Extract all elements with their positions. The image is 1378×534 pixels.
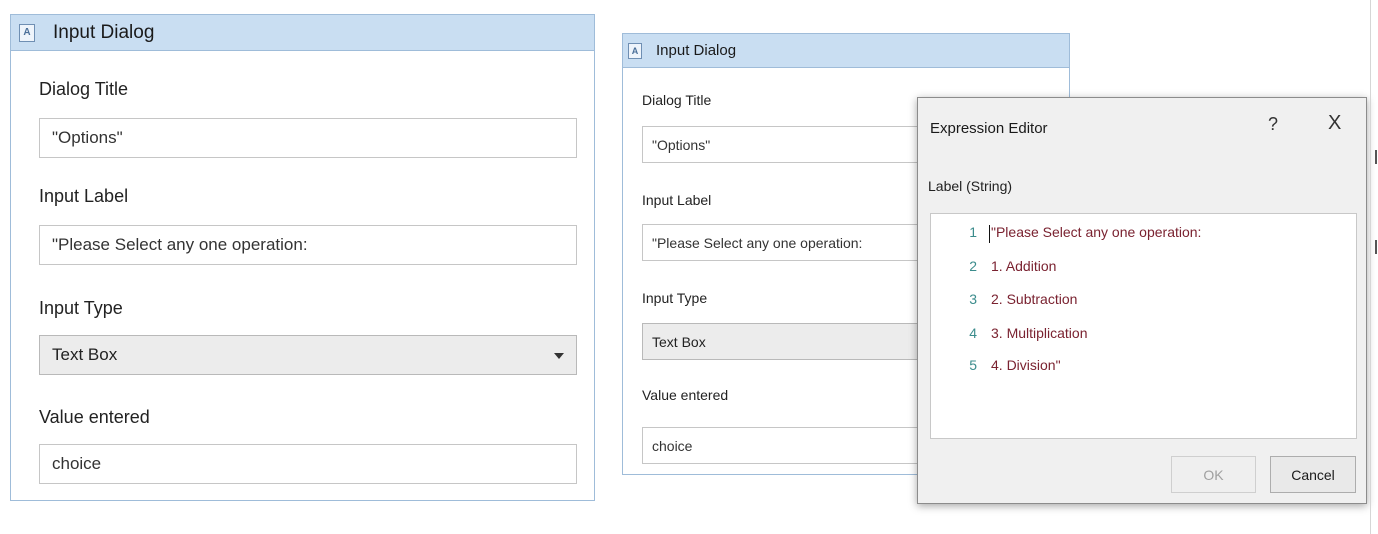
close-icon[interactable]: X <box>1328 112 1341 135</box>
window-edge-divider <box>1370 0 1371 534</box>
edge-marker <box>1375 150 1377 164</box>
input-dialog-activity-left[interactable]: A Input Dialog Dialog Title "Options" In… <box>10 14 595 501</box>
edge-marker <box>1375 240 1377 254</box>
help-icon[interactable]: ? <box>1268 114 1278 135</box>
line-number: 4 <box>969 325 977 341</box>
text-activity-icon: A <box>19 23 35 42</box>
cancel-button[interactable]: Cancel <box>1270 456 1356 493</box>
input-label-input[interactable]: "Please Select any one operation: <box>39 225 577 265</box>
ok-button[interactable]: OK <box>1171 456 1256 493</box>
input-label-label: Input Label <box>39 186 129 206</box>
chevron-down-icon <box>554 353 564 359</box>
activity-header[interactable]: A Input Dialog <box>11 15 594 51</box>
text-caret <box>989 225 990 243</box>
dialog-title-input[interactable]: "Options" <box>39 118 577 158</box>
line-text: 1. Addition <box>991 258 1057 274</box>
dialog-title-label: Dialog Title <box>642 92 712 108</box>
line-text: "Please Select any one operation: <box>991 224 1202 240</box>
line-text: 4. Division" <box>991 357 1061 373</box>
value-entered-input[interactable]: choice <box>39 444 577 484</box>
value-entered-label: Value entered <box>642 387 729 403</box>
line-number: 3 <box>969 291 977 307</box>
expression-text-editor[interactable]: 1 "Please Select any one operation: 2 1.… <box>930 213 1357 439</box>
line-number: 2 <box>969 258 977 274</box>
dialog-title: Expression Editor <box>930 120 1048 137</box>
activity-title: Input Dialog <box>53 21 155 43</box>
line-text: 2. Subtraction <box>991 291 1078 307</box>
activity-header[interactable]: A Input Dialog <box>623 34 1069 68</box>
expression-editor-dialog[interactable]: Expression Editor ? X Label (String) 1 "… <box>917 97 1367 504</box>
line-text: 3. Multiplication <box>991 325 1088 341</box>
input-type-label: Input Type <box>642 290 708 306</box>
activity-title: Input Dialog <box>656 42 737 59</box>
text-activity-icon: A <box>628 42 642 59</box>
input-type-value: Text Box <box>652 333 706 350</box>
line-number: 5 <box>969 357 977 373</box>
value-entered-label: Value entered <box>39 407 150 427</box>
line-number: 1 <box>969 224 977 240</box>
input-type-select[interactable]: Text Box <box>39 335 577 375</box>
input-type-label: Input Type <box>39 298 123 318</box>
input-label-label: Input Label <box>642 192 712 208</box>
input-type-value: Text Box <box>52 345 118 364</box>
dialog-title-label: Dialog Title <box>39 79 129 99</box>
expression-type-label: Label (String) <box>928 178 1013 194</box>
